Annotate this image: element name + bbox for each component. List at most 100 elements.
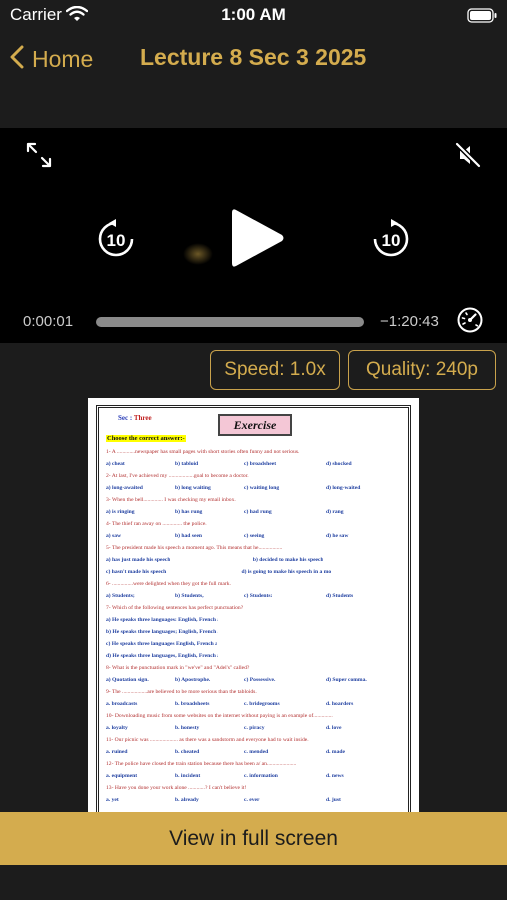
document-question: 5- The president made his speech a momen… — [106, 545, 283, 551]
document-option: a. loyalty — [106, 725, 128, 731]
document-option: d) he saw — [326, 533, 349, 539]
document-option: c) Possessive. — [244, 677, 276, 683]
document-option — [287, 650, 352, 662]
document-option: a. ruined — [106, 749, 128, 755]
document-options-row: d) He speaks three languages, English, F… — [106, 650, 406, 662]
document-option: b) had seen — [175, 533, 203, 539]
document-option: c) broadsheet — [244, 461, 277, 467]
document-question: 13- Have you done your work alone ......… — [106, 785, 247, 791]
document-option — [181, 566, 242, 578]
battery-icon — [467, 8, 497, 28]
section-prefix: Sec : — [118, 414, 133, 422]
page-title: Lecture 8 Sec 3 2025 — [140, 44, 367, 70]
document-option: b) Apostrophe. — [175, 677, 211, 683]
progress-scrubber[interactable] — [96, 317, 364, 327]
document-option: d) is going to make his speech in a mome… — [241, 569, 332, 575]
document-option: a. equipment — [106, 773, 138, 779]
document-option: b) long waiting — [175, 485, 211, 491]
document-option: d) long-waited — [326, 485, 361, 491]
document-option: d) shocked — [326, 461, 352, 467]
document-option: d) Super comma. — [326, 677, 367, 683]
document-options-row: a. broadcasts b. broadsheets c. bridegroom… — [106, 698, 406, 710]
mute-icon[interactable] — [453, 140, 483, 175]
document-question: 7- Which of the following sentences has … — [106, 605, 244, 611]
document-option: a) long-awaited — [106, 485, 143, 491]
document-option: c) had rung — [244, 509, 272, 515]
document-options-row: c) He speaks three languages English, Fr… — [106, 638, 406, 650]
document-options-row: a) cheat b) tabloid c) broadsheet d) shocke… — [106, 458, 406, 470]
document-option: c. information — [244, 773, 278, 779]
document-option: c) Students: — [244, 593, 273, 599]
expand-icon[interactable] — [24, 140, 54, 175]
chevron-left-icon — [10, 45, 24, 74]
document-options-row: a) Students; b) Students, c) Students: d) S… — [106, 590, 406, 602]
document-option: c) He speaks three languages English, Fr… — [106, 641, 218, 647]
document-option: d) He speaks three languages, English, F… — [106, 653, 218, 659]
document-question: 8- What is the punctuation mark in "we'v… — [106, 665, 250, 671]
document-option: b) Students, — [175, 593, 204, 599]
document-option: b) decided to make his speech — [252, 557, 324, 563]
quality-button[interactable]: Quality: 240p — [348, 350, 496, 390]
document-option — [184, 554, 253, 566]
document-option: c) waiting long — [244, 485, 280, 491]
document-option: d. love — [326, 725, 342, 731]
document-option: c) seeing — [244, 533, 265, 539]
document-option — [232, 650, 287, 662]
speed-button[interactable]: Speed: 1.0x — [210, 350, 340, 390]
document-option: d. news — [326, 773, 344, 779]
document-option — [337, 554, 406, 566]
document-question: 4- The thief ran away on .............. … — [106, 521, 207, 527]
document-option: a. yet — [106, 797, 119, 803]
document-option: d) Students — [326, 593, 354, 599]
document-option — [286, 638, 351, 650]
document-option — [345, 566, 406, 578]
status-bar: Carrier 1:00 AM — [0, 0, 507, 32]
document-options-row: a. yet b. already c. ever d. just — [106, 794, 406, 806]
document-instruction: Choose the correct answer:- — [106, 435, 186, 442]
video-player[interactable]: 10 10 0:00:01 −1:20:43 — [0, 128, 507, 343]
document-options-row: a) saw b) had seen c) seeing d) he saw — [106, 530, 406, 542]
document-option — [352, 650, 407, 662]
forward-label: 10 — [382, 231, 401, 250]
time-elapsed: 0:00:01 — [23, 313, 74, 330]
document-option — [287, 614, 352, 626]
speedometer-icon[interactable] — [456, 306, 484, 339]
document-options-row: a. loyalty b. honesty c. piracy d. love — [106, 722, 406, 734]
document-option: b) tabloid — [175, 461, 199, 467]
clock: 1:00 AM — [221, 5, 286, 24]
document-options-row: a. equipment b. incident c. information d. … — [106, 770, 406, 782]
document-questions: 1- A .............newspaper has small pa… — [106, 446, 406, 806]
document-option — [352, 614, 406, 626]
document-option: c. piracy — [244, 725, 265, 731]
document-options-row: a) Quotation sign. b) Apostrophe. c) Posse… — [106, 674, 406, 686]
forward-10-button[interactable]: 10 — [370, 218, 412, 260]
document-question: 9- The ..................are believed to… — [106, 689, 257, 695]
document-options-row: a) is ringing b) has rung c) had rung d) ra… — [106, 506, 406, 518]
document-heading: Exercise — [218, 414, 292, 436]
document-option: a) has just made his speech — [106, 557, 171, 563]
document-option: c. mended — [244, 749, 269, 755]
document-question: 12- The police have closed the train sta… — [106, 761, 297, 767]
document-preview[interactable]: Sec : Three Exercise Choose the correct … — [88, 398, 419, 812]
view-full-screen-button[interactable]: View in full screen — [0, 812, 507, 865]
document-question: 6- ...............were delighted when th… — [106, 581, 231, 587]
document-option: c) hasn't made his speech yet — [106, 569, 167, 575]
play-button[interactable] — [228, 206, 286, 275]
document-question: 3- When the bell.............. I was che… — [106, 497, 236, 503]
document-option: d) rang — [326, 509, 344, 515]
document-option: d. hoarders — [326, 701, 354, 707]
document-option: c. ever — [244, 797, 260, 803]
rewind-10-button[interactable]: 10 — [95, 218, 137, 260]
document-option: a) He speaks three languages: English, F… — [106, 617, 218, 623]
document-option: a) cheat — [106, 461, 125, 467]
document-option — [352, 626, 406, 638]
video-frame-glow — [183, 243, 213, 265]
document-option: a) Quotation sign. — [106, 677, 149, 683]
document-options-row: a) He speaks three languages: English, F… — [106, 614, 406, 626]
document-question: 10- Downloading music from some websites… — [106, 713, 333, 719]
document-option — [351, 638, 406, 650]
back-button[interactable]: Home — [10, 42, 93, 76]
document-option: a. broadcasts — [106, 701, 138, 707]
document-option: a) is ringing — [106, 509, 135, 515]
document-option — [232, 614, 286, 626]
